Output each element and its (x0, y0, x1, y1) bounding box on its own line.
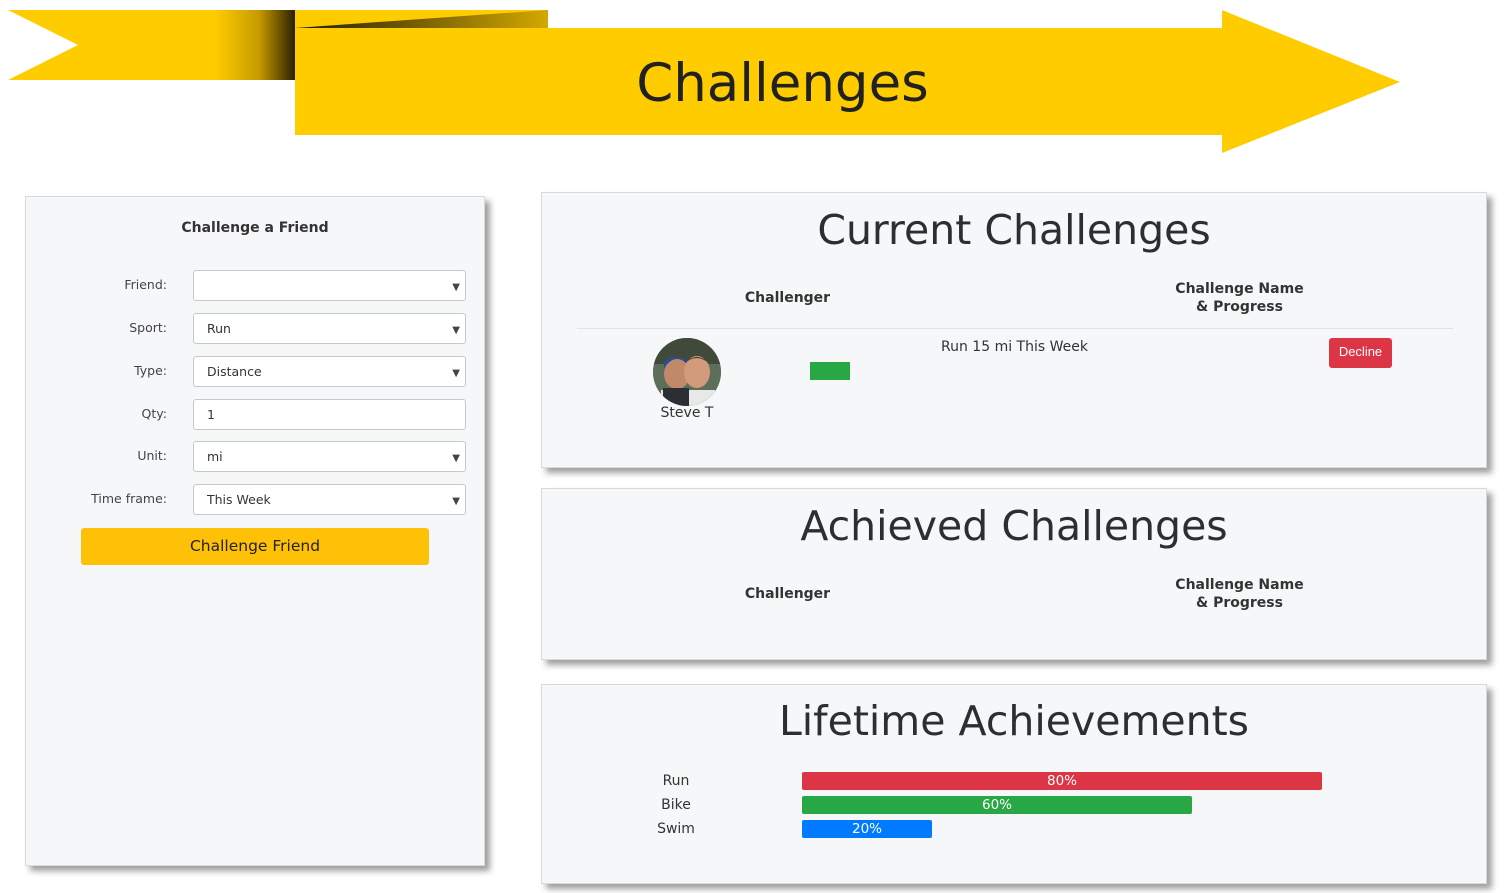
achieved-challenges-title: Achieved Challenges (800, 502, 1228, 550)
challenge-name-column-header: Challenge Name & Progress (1147, 280, 1332, 316)
challenge-name: Run 15 mi This Week (941, 339, 1088, 355)
challenge-form-title: Challenge a Friend (181, 220, 329, 236)
current-challenges-title: Current Challenges (817, 206, 1211, 254)
current-challenges-card: Current Challenges Challenger Challenge … (541, 192, 1487, 468)
type-select[interactable]: Distance ▼ (193, 356, 466, 387)
dropdown-arrow-icon: ▼ (452, 453, 460, 464)
lifetime-achievements-title: Lifetime Achievements (778, 697, 1250, 745)
dropdown-arrow-icon: ▼ (452, 368, 460, 379)
lifetime-label-swim: Swim (657, 821, 695, 837)
page-title: Challenges (636, 53, 929, 114)
lifetime-row-bike: Bike 60% (542, 796, 1486, 814)
qty-input[interactable]: 1 (193, 399, 466, 430)
timeframe-label: Time frame: (91, 491, 167, 506)
type-select-value: Distance (207, 364, 262, 379)
qty-input-value: 1 (207, 407, 215, 422)
friend-label: Friend: (124, 277, 167, 292)
sport-select-value: Run (207, 321, 231, 336)
achieved-challenges-card: Achieved Challenges Challenger Challenge… (541, 488, 1487, 660)
unit-label: Unit: (137, 448, 167, 463)
sport-label: Sport: (129, 320, 167, 335)
page-banner: Challenges (0, 0, 1504, 160)
lifetime-row-run: Run 80% (542, 772, 1486, 790)
challenge-name-header-line2: & Progress (1196, 595, 1283, 611)
table-divider (577, 328, 1453, 329)
lifetime-label-bike: Bike (661, 797, 691, 813)
timeframe-row: Time frame: This Week ▼ (26, 484, 484, 515)
lifetime-track-bike: 60% (802, 796, 1452, 814)
lifetime-row-swim: Swim 20% (542, 820, 1486, 838)
unit-select[interactable]: mi ▼ (193, 441, 466, 472)
unit-select-value: mi (207, 449, 223, 464)
challenge-name-header-line1: Challenge Name (1175, 281, 1304, 297)
lifetime-bar-bike: 60% (802, 796, 1192, 814)
avatar (653, 338, 721, 406)
type-row: Type: Distance ▼ (26, 356, 484, 387)
sport-row: Sport: Run ▼ (26, 313, 484, 344)
qty-row: Qty: 1 (26, 399, 484, 430)
qty-label: Qty: (141, 406, 167, 421)
challenge-name-header-line1: Challenge Name (1175, 577, 1304, 593)
lifetime-bar-swim: 20% (802, 820, 932, 838)
timeframe-select-value: This Week (207, 492, 271, 507)
decline-button[interactable]: Decline (1329, 338, 1392, 368)
challenge-name-header-line2: & Progress (1196, 299, 1283, 315)
timeframe-select[interactable]: This Week ▼ (193, 484, 466, 515)
sport-select[interactable]: Run ▼ (193, 313, 466, 344)
unit-row: Unit: mi ▼ (26, 441, 484, 472)
challenger-column-header: Challenger (744, 290, 831, 306)
lifetime-achievements-card: Lifetime Achievements Run 80% Bike 60% S… (541, 684, 1487, 884)
lifetime-track-swim: 20% (802, 820, 1452, 838)
challenge-name-column-header: Challenge Name & Progress (1147, 576, 1332, 612)
challenge-friend-card: Challenge a Friend Friend: ▼ Sport: Run … (25, 196, 485, 866)
lifetime-bar-run: 80% (802, 772, 1322, 790)
challenge-friend-button[interactable]: Challenge Friend (81, 528, 429, 565)
friend-select[interactable]: ▼ (193, 270, 466, 301)
dropdown-arrow-icon: ▼ (452, 282, 460, 293)
type-label: Type: (134, 363, 167, 378)
challenger-name: Steve T (660, 405, 714, 421)
lifetime-track-run: 80% (802, 772, 1452, 790)
challenger-column-header: Challenger (744, 586, 831, 602)
dropdown-arrow-icon: ▼ (452, 325, 460, 336)
friend-row: Friend: ▼ (26, 270, 484, 301)
lifetime-label-run: Run (662, 773, 690, 789)
challenger-photo (653, 338, 721, 406)
dropdown-arrow-icon: ▼ (452, 496, 460, 507)
challenge-progress-bar (810, 362, 850, 380)
